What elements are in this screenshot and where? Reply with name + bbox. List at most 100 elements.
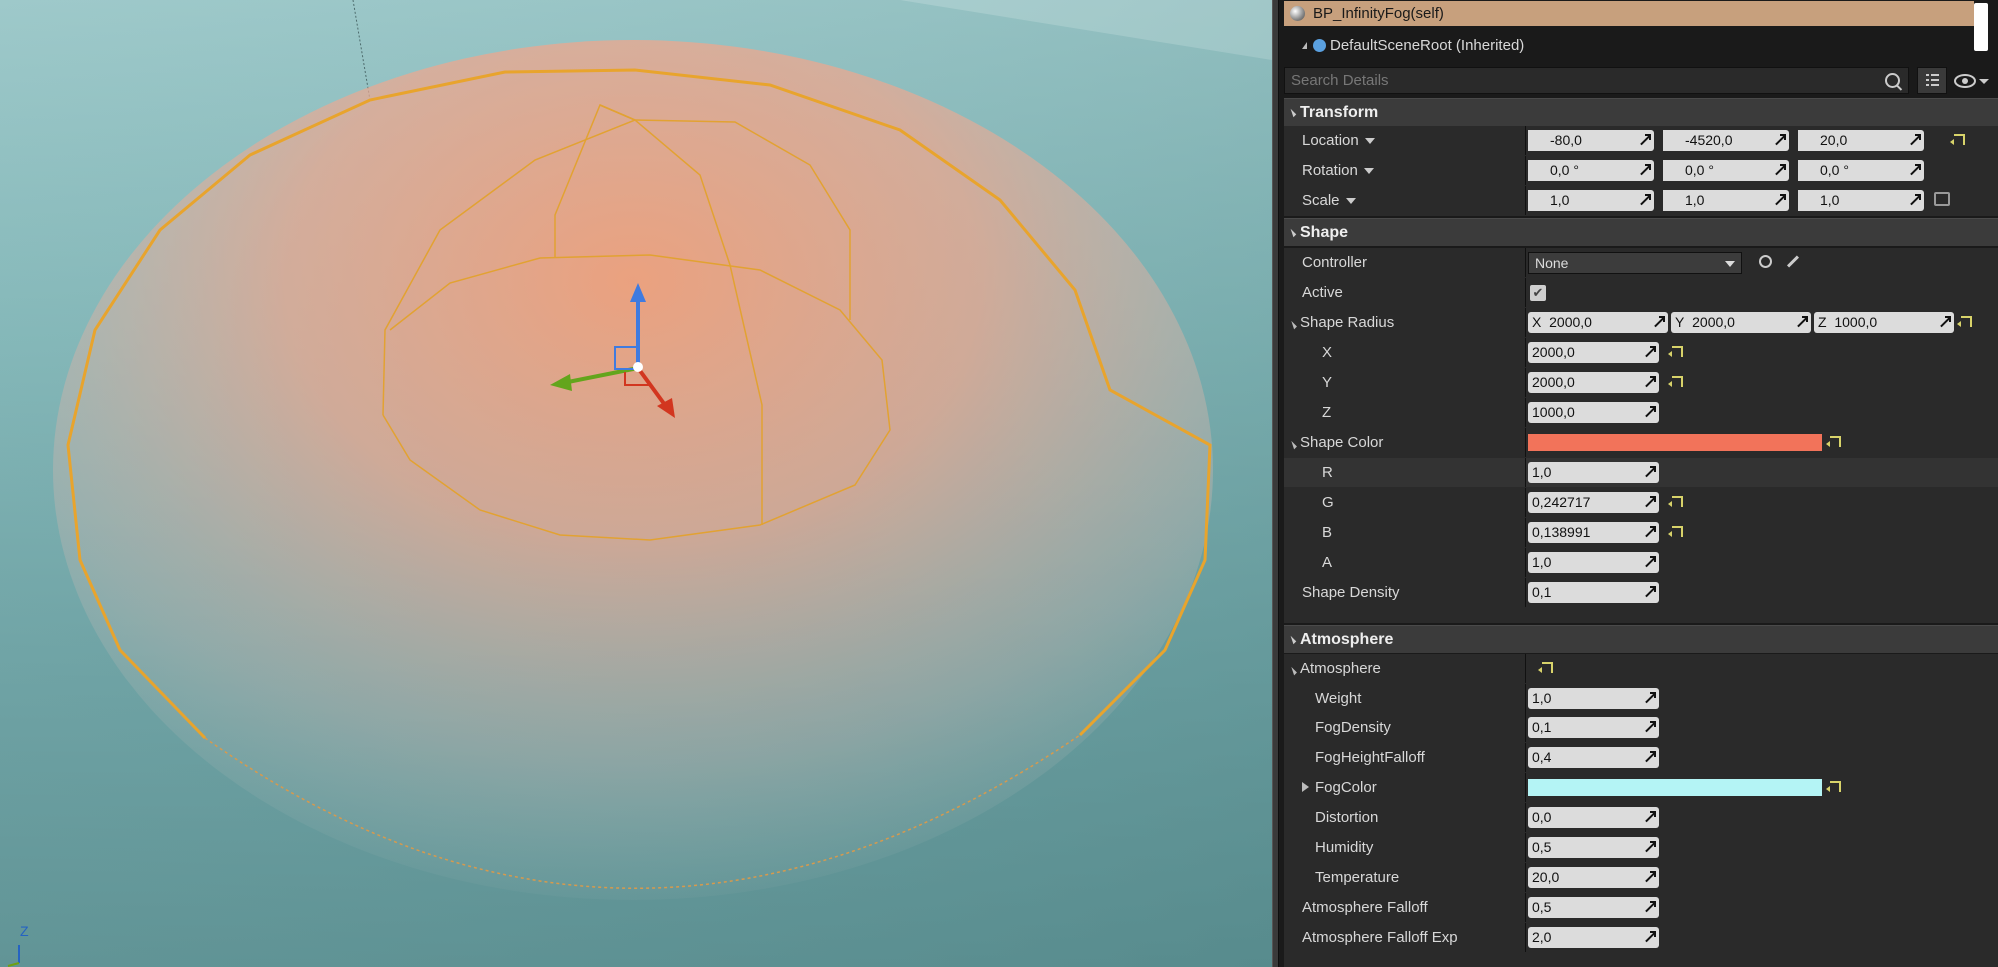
shape-radius-x-row: X 2000,0 [1284,338,1998,367]
reset-to-default-icon[interactable] [1668,346,1683,357]
scale-label[interactable]: Scale [1302,186,1356,215]
atmosphere-body: Atmosphere Weight 1,0 FogDensity 0,1 Fog… [1284,654,1998,967]
shape-color-swatch[interactable] [1528,434,1822,451]
humidity-row: Humidity 0,5 [1284,833,1998,862]
location-y-input[interactable]: -4520,0 [1663,130,1789,151]
shape-radius-y-row: Y 2000,0 [1284,368,1998,397]
reset-to-default-icon[interactable] [1668,526,1683,537]
search-details-input[interactable] [1285,71,1853,90]
shape-radius-y-input[interactable]: Y 2000,0 [1671,312,1811,333]
expand-triangle-icon [1302,782,1309,792]
viewport-scene [0,0,1272,967]
rotation-z-input[interactable]: 0,0 ° [1798,160,1924,181]
fog-color-label[interactable]: FogColor [1302,773,1377,802]
radius-x-input[interactable]: 2000,0 [1528,342,1659,363]
section-shape-title: Shape [1300,223,1349,241]
rotation-row: Rotation X 0,0 ° Y 0,0 ° Z 0,0 ° [1284,156,1998,185]
radius-z-input[interactable]: 1000,0 [1528,402,1659,423]
color-b-input[interactable]: 0,138991 [1528,522,1659,543]
view-options-button[interactable] [1953,72,1993,92]
rotation-label[interactable]: Rotation [1302,156,1374,185]
fog-density-input[interactable]: 0,1 [1528,717,1659,738]
reset-to-default-icon[interactable] [1957,316,1972,327]
rotation-x-input[interactable]: 0,0 ° [1528,160,1654,181]
transform-body: Location X -80,0 Y -4520,0 Z 20,0 Rotati… [1284,126,1998,216]
collapse-triangle-icon [1287,228,1297,237]
radius-x-label: X [1322,344,1333,361]
color-a-input[interactable]: 1,0 [1528,552,1659,573]
scale-row: Scale X 1,0 Y 1,0 Z 1,0 [1284,186,1998,215]
reset-to-default-icon[interactable] [1668,376,1683,387]
weight-row: Weight 1,0 [1284,684,1998,713]
shape-density-row: Shape Density 0,1 [1284,578,1998,607]
active-label: Active [1302,284,1343,301]
component-tree-self-row[interactable]: BP_InfinityFog(self) [1284,1,1974,26]
atmosphere-falloff-input[interactable]: 0,5 [1528,897,1659,918]
location-x-input[interactable]: -80,0 [1528,130,1654,151]
radius-y-input[interactable]: 2000,0 [1528,372,1659,393]
fog-volume [53,40,1213,900]
scene-component-icon [1313,38,1326,52]
browse-asset-icon[interactable] [1759,255,1772,268]
scale-x-input[interactable]: 1,0 [1528,190,1654,211]
shape-radius-label[interactable]: Shape Radius [1288,308,1394,337]
active-checkbox[interactable]: ✔ [1530,285,1546,301]
expand-triangle-icon[interactable] [1302,41,1307,49]
reset-to-default-icon[interactable] [1538,662,1553,673]
chevron-down-icon [1364,138,1375,145]
shape-radius-x-input[interactable]: X 2000,0 [1528,312,1668,333]
reset-to-default-icon[interactable] [1950,134,1965,145]
eyedropper-icon[interactable] [1786,255,1800,268]
active-row: Active ✔ [1284,278,1998,307]
search-icon[interactable] [1885,73,1900,88]
distortion-label: Distortion [1315,809,1379,826]
component-tree-inherited-row[interactable]: DefaultSceneRoot (Inherited) [1298,31,1524,59]
shape-radius-z-row: Z 1000,0 [1284,398,1998,427]
scale-y-input[interactable]: 1,0 [1663,190,1789,211]
chevron-down-icon [1725,261,1735,267]
level-viewport[interactable]: Z [0,0,1272,967]
property-matrix-button[interactable] [1917,67,1947,94]
location-label[interactable]: Location [1302,126,1375,155]
panel-splitter[interactable] [1272,0,1279,967]
rotation-y-input[interactable]: 0,0 ° [1663,160,1789,181]
search-details-field[interactable] [1284,67,1909,94]
atmosphere-group-label[interactable]: Atmosphere [1288,654,1381,683]
fog-color-row: FogColor [1284,773,1998,802]
section-transform[interactable]: Transform [1284,98,1998,126]
section-shape[interactable]: Shape [1284,218,1998,246]
distortion-input[interactable]: 0,0 [1528,807,1659,828]
fog-height-falloff-input[interactable]: 0,4 [1528,747,1659,768]
controller-label: Controller [1302,254,1368,271]
color-b-label: B [1322,524,1333,541]
lock-icon[interactable] [1934,192,1950,206]
color-r-input[interactable]: 1,0 [1528,462,1659,483]
reset-to-default-icon[interactable] [1668,496,1683,507]
shape-color-r-row: R 1,0 [1284,458,1998,487]
location-z-input[interactable]: 20,0 [1798,130,1924,151]
component-inherited-label: DefaultSceneRoot (Inherited) [1330,36,1525,54]
fog-color-swatch[interactable] [1528,779,1822,796]
shape-density-input[interactable]: 0,1 [1528,582,1659,603]
grid-view-icon [1926,74,1939,86]
reset-to-default-icon[interactable] [1826,436,1841,447]
controller-dropdown[interactable]: None [1528,252,1742,274]
shape-color-b-row: B 0,138991 [1284,518,1998,547]
section-atmosphere[interactable]: Atmosphere [1284,625,1998,653]
chevron-down-icon [1345,198,1356,205]
weight-input[interactable]: 1,0 [1528,688,1659,709]
color-g-input[interactable]: 0,242717 [1528,492,1659,513]
temperature-label: Temperature [1315,869,1400,886]
humidity-input[interactable]: 0,5 [1528,837,1659,858]
temperature-input[interactable]: 20,0 [1528,867,1659,888]
section-transform-title: Transform [1300,103,1379,121]
temperature-row: Temperature 20,0 [1284,863,1998,892]
location-row: Location X -80,0 Y -4520,0 Z 20,0 [1284,126,1998,155]
tree-scrollbar[interactable] [1974,3,1988,51]
collapse-triangle-icon [1287,635,1297,644]
reset-to-default-icon[interactable] [1826,781,1841,792]
scale-z-input[interactable]: 1,0 [1798,190,1924,211]
shape-color-label[interactable]: Shape Color [1288,428,1383,457]
atmosphere-falloff-exp-input[interactable]: 2,0 [1528,927,1659,948]
shape-radius-z-input[interactable]: Z 1000,0 [1814,312,1954,333]
